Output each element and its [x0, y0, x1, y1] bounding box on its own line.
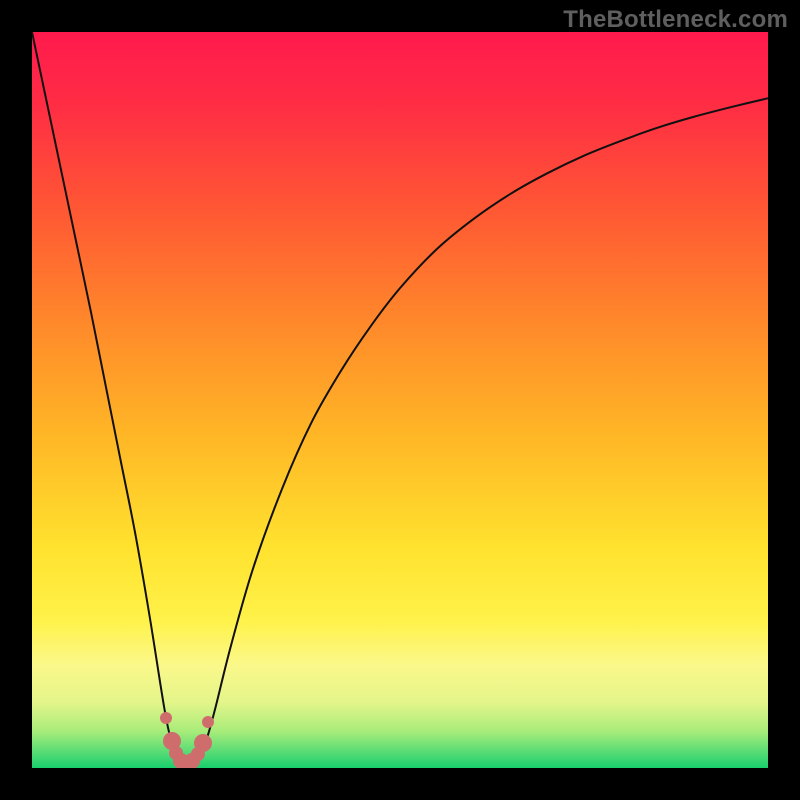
trough-dot-group	[32, 32, 768, 768]
trough-dot	[194, 734, 212, 752]
plot-area	[32, 32, 768, 768]
watermark-text: TheBottleneck.com	[563, 6, 788, 34]
trough-dot	[202, 716, 214, 728]
trough-dot	[160, 712, 172, 724]
outer-frame: TheBottleneck.com	[0, 0, 800, 800]
